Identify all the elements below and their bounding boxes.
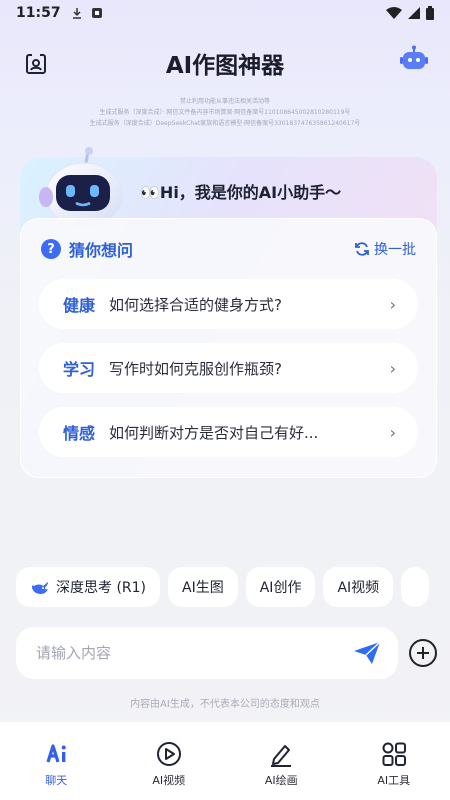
- refresh-icon: [355, 242, 369, 256]
- tab-chat[interactable]: 聊天: [0, 722, 113, 800]
- tab-label: AI工具: [377, 774, 411, 787]
- suggestion-question: 如何选择合适的健身方式?: [109, 295, 282, 314]
- chip-label: AI视频: [337, 580, 380, 596]
- send-icon: [354, 641, 381, 664]
- composer: [16, 627, 437, 679]
- pen-icon: [267, 740, 295, 768]
- app-notification-icon: [91, 8, 102, 18]
- wifi-icon: [386, 7, 402, 19]
- status-time: 11:57: [16, 5, 61, 21]
- signal-icon: [408, 7, 420, 19]
- suggestion-item[interactable]: 健康 如何选择合适的健身方式? ›: [39, 279, 418, 329]
- send-button[interactable]: [352, 638, 382, 668]
- suggestion-question: 写作时如何克服创作瓶颈?: [109, 359, 282, 378]
- play-circle-icon: [155, 740, 183, 768]
- refresh-label: 换一批: [374, 242, 416, 258]
- tab-ai-tools[interactable]: AI工具: [338, 722, 450, 800]
- tab-label: AI视频: [152, 774, 186, 787]
- disclaimer-line: 生成式服务（深度合成）DeepSeekChat家族和语言模型·网信备案号3301…: [89, 120, 361, 127]
- chip-label: AI生图: [182, 580, 224, 596]
- suggestion-header: ? 猜你想问 换一批: [41, 237, 416, 261]
- suggestion-card: ? 猜你想问 换一批 健康 如何选择合适的健身方式? › 学习 写作时如何克服创…: [20, 218, 437, 478]
- suggestion-title: 猜你想问: [69, 241, 134, 260]
- greeting-text: 👀Hi，我是你的AI小助手～: [140, 183, 342, 202]
- suggestion-category: 情感: [63, 424, 96, 443]
- ai-image-chip[interactable]: AI生图: [168, 567, 238, 607]
- question-icon: ?: [41, 239, 61, 259]
- suggestion-question: 如何判断对方是否对自己有好...: [109, 423, 319, 442]
- chevron-right-icon: ›: [389, 358, 396, 378]
- tab-ai-video[interactable]: AI视频: [113, 722, 226, 800]
- ai-create-chip[interactable]: AI创作: [245, 567, 316, 607]
- message-input[interactable]: [36, 644, 352, 662]
- robot-icon: [400, 45, 428, 69]
- quick-actions: 深度思考 (R1) AI生图 AI创作 AI视频: [16, 567, 450, 607]
- chip-label: AI创作: [259, 580, 302, 596]
- header: AI作图神器: [0, 40, 450, 84]
- deep-think-chip[interactable]: 深度思考 (R1): [16, 567, 161, 607]
- ai-disclaimer: 内容由AI生成，不代表本公司的态度和观点: [130, 699, 320, 710]
- suggestion-item[interactable]: 学习 写作时如何克服创作瓶颈? ›: [39, 343, 418, 393]
- grid-icon: [380, 740, 408, 768]
- ai-chat-icon: [42, 740, 70, 768]
- suggestion-category: 健康: [63, 296, 96, 315]
- add-button[interactable]: [409, 639, 437, 667]
- refresh-button[interactable]: 换一批: [354, 239, 416, 259]
- disclaimer-text: 禁止利用功能从事违法相关活动等 生成式服务（深度合成）· 网信文件备内容市场算案…: [0, 96, 450, 129]
- chevron-right-icon: ›: [389, 294, 396, 314]
- status-bar: 11:57: [0, 0, 450, 26]
- tab-label: AI绘画: [264, 774, 298, 787]
- battery-icon: [426, 6, 434, 20]
- plus-icon: [417, 647, 429, 659]
- robot-assistant-button[interactable]: [396, 42, 432, 78]
- tab-label: 聊天: [45, 774, 68, 787]
- chip-label: 深度思考 (R1): [56, 580, 147, 596]
- bottom-tab-bar: 聊天 AI视频 AI绘画 AI工具: [0, 722, 450, 800]
- disclaimer-line: 禁止利用功能从事违法相关活动等: [179, 98, 270, 105]
- page-title: AI作图神器: [165, 53, 285, 79]
- suggestion-category: 学习: [63, 360, 96, 379]
- message-input-box: [16, 627, 398, 679]
- disclaimer-line: 生成式服务（深度合成）· 网信文件备内容市场算案·网信备案号1101086450…: [99, 109, 351, 116]
- download-icon: [72, 8, 81, 19]
- whale-icon: [32, 582, 48, 594]
- ai-video-chip[interactable]: AI视频: [323, 567, 394, 607]
- more-chip[interactable]: [401, 567, 430, 607]
- suggestion-item[interactable]: 情感 如何判断对方是否对自己有好... ›: [39, 407, 418, 457]
- chevron-right-icon: ›: [389, 422, 396, 442]
- tab-ai-drawing[interactable]: AI绘画: [225, 722, 338, 800]
